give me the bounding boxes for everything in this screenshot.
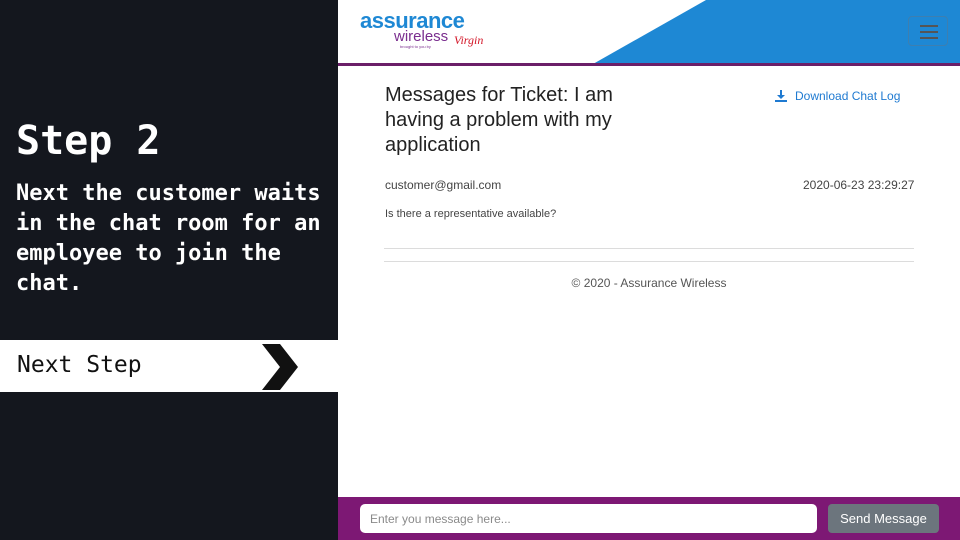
divider [384,248,914,249]
message-sender: customer@gmail.com [385,178,502,192]
step-description: Next the customer waits in the chat room… [16,181,321,296]
virgin-logo: Virgin [454,33,484,47]
message-text: Is there a representative available? [385,208,557,220]
divider [384,261,914,262]
hamburger-menu-button[interactable] [908,16,948,46]
step-title: Step 2 [16,118,161,164]
next-step-label: Next Step [17,352,142,378]
next-step-button[interactable]: Next Step [0,340,338,392]
logo-wordmark-secondary: wireless [394,28,449,45]
download-icon [775,90,787,102]
download-chat-log-label: Download Chat Log [795,89,901,103]
tutorial-panel: Step 2 Next the customer waits in the ch… [0,0,338,540]
logo-tagline: brought to you by [400,44,431,49]
navbar: assurance wireless brought to you by Vir… [338,0,960,66]
message-composer-bar: Send Message [338,497,960,540]
download-chat-log-link[interactable]: Download Chat Log [775,89,900,103]
chat-app-window: assurance wireless brought to you by Vir… [338,0,960,540]
navbar-border [338,63,960,66]
send-message-button[interactable]: Send Message [828,504,939,533]
message-input[interactable] [360,504,817,533]
assurance-wireless-logo[interactable]: assurance wireless brought to you by Vir… [360,8,490,52]
message-timestamp: 2020-06-23 23:29:27 [803,178,915,192]
chevron-right-icon [262,344,298,390]
ticket-title: Messages for Ticket: I am having a probl… [385,84,613,156]
footer-copyright: © 2020 - Assurance Wireless [571,276,727,290]
